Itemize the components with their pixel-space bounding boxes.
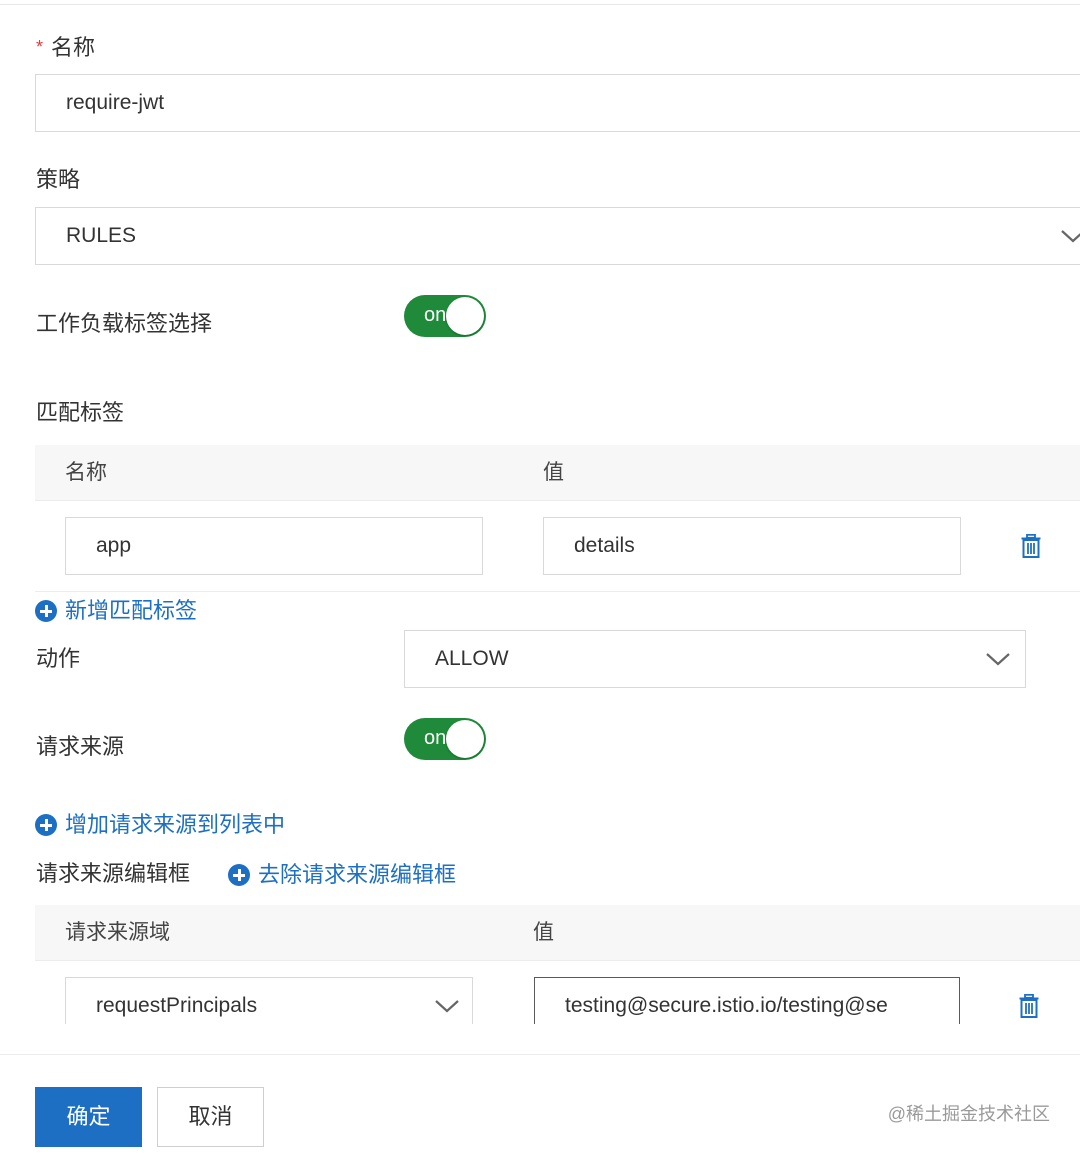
column-header-value: 值 [533, 921, 554, 944]
watermark: @稀土掘金技术社区 [887, 1104, 1050, 1124]
source-domain-value: requestPrincipals [96, 994, 258, 1017]
plus-circle-icon [35, 814, 57, 836]
toggle-knob [446, 720, 484, 758]
row-divider [35, 591, 1080, 592]
remove-source-editor-text: 去除请求来源编辑框 [258, 862, 457, 887]
action-select[interactable]: ALLOW [404, 630, 1026, 688]
match-label-name-input[interactable]: app [65, 517, 483, 575]
column-header-name: 名称 [65, 461, 107, 484]
name-label-text: 名称 [51, 35, 96, 60]
toggle-knob [446, 297, 484, 335]
add-request-source-link[interactable]: 增加请求来源到列表中 [35, 811, 285, 839]
match-labels-label: 匹配标签 [36, 400, 125, 425]
action-select-value: ALLOW [435, 647, 509, 670]
policy-form-page: * 名称 require-jwt 策略 RULES 工作负载标签选择 on 匹配标… [0, 0, 1080, 1154]
plus-circle-icon [228, 864, 250, 886]
chevron-down-icon [986, 653, 1010, 666]
workload-selector-label: 工作负载标签选择 [36, 311, 213, 336]
required-mark: * [36, 37, 44, 57]
add-match-label-link[interactable]: 新增匹配标签 [35, 597, 197, 625]
column-header-source-domain: 请求来源域 [65, 921, 170, 944]
workload-selector-toggle[interactable]: on [404, 295, 486, 337]
top-divider [0, 4, 1080, 5]
policy-select[interactable]: RULES [35, 207, 1080, 265]
plus-circle-icon [35, 600, 57, 622]
policy-select-value: RULES [66, 224, 137, 247]
remove-source-editor-link[interactable]: 去除请求来源编辑框 [228, 861, 456, 889]
add-request-source-text: 增加请求来源到列表中 [65, 812, 286, 837]
toggle-text: on [424, 727, 447, 749]
column-header-value: 值 [543, 461, 564, 484]
match-labels-table-header: 名称 值 [35, 445, 1080, 501]
chevron-down-icon [1061, 230, 1080, 243]
name-label: * 名称 [36, 33, 95, 62]
source-value-input[interactable]: testing@secure.istio.io/testing@se [534, 977, 960, 1024]
request-source-label: 请求来源 [36, 734, 125, 759]
request-source-toggle[interactable]: on [404, 718, 486, 760]
match-label-value-input[interactable]: details [543, 517, 961, 575]
chevron-down-icon [435, 1000, 459, 1013]
trash-icon[interactable] [1021, 534, 1041, 558]
source-table-header: 请求来源域 值 [35, 905, 1080, 961]
add-match-label-text: 新增匹配标签 [65, 598, 198, 623]
action-label: 动作 [36, 646, 81, 671]
source-domain-select[interactable]: requestPrincipals [65, 977, 473, 1024]
confirm-button[interactable]: 确定 [35, 1087, 142, 1147]
trash-icon[interactable] [1019, 994, 1039, 1018]
toggle-text: on [424, 304, 447, 326]
name-input[interactable]: require-jwt [35, 74, 1080, 132]
footer-divider [0, 1054, 1080, 1055]
policy-label: 策略 [36, 167, 81, 192]
source-row-clip: requestPrincipals testing@secure.istio.i… [0, 962, 1080, 1024]
source-editor-label: 请求来源编辑框 [36, 861, 191, 886]
cancel-button[interactable]: 取消 [157, 1087, 264, 1147]
